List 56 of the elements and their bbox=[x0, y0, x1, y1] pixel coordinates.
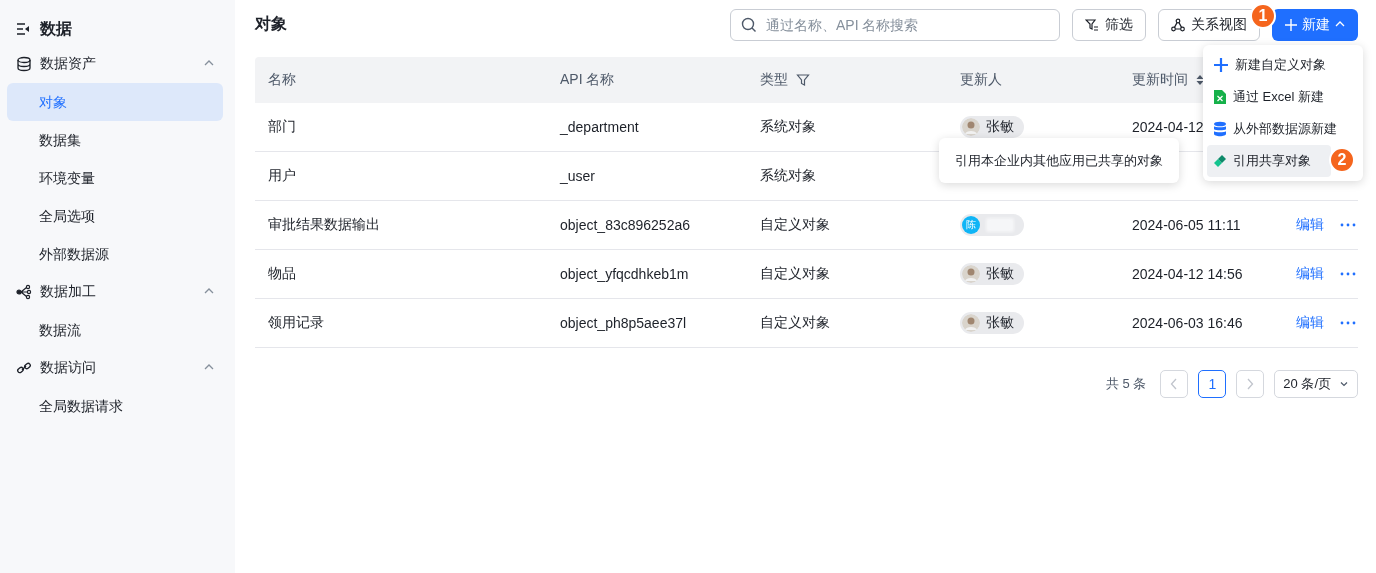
sidebar-item[interactable]: 对象 bbox=[7, 83, 223, 121]
column-header: 更新人 bbox=[960, 71, 1002, 89]
table-cell-text: object_83c896252a6 bbox=[559, 217, 691, 233]
table-cell: 2024-04-12 14:56 bbox=[1132, 266, 1243, 282]
table-cell-text: 审批结果数据输出 bbox=[267, 216, 381, 234]
column-header: 名称 bbox=[268, 71, 296, 89]
sidebar-item[interactable]: 全局选项 bbox=[7, 197, 223, 235]
column-header: 更新时间 bbox=[1132, 71, 1188, 89]
table-cell-text: object_ph8p5aee37l bbox=[559, 315, 688, 331]
edit-link[interactable]: 编辑 bbox=[1296, 314, 1324, 332]
table-cell-text: 用户 bbox=[267, 167, 297, 185]
page-size-select[interactable]: 20 条/页 bbox=[1274, 370, 1358, 398]
column-header: API 名称 bbox=[560, 71, 615, 89]
step-badge: 1 bbox=[1250, 3, 1276, 29]
sidebar-item[interactable]: 外部数据源 bbox=[7, 235, 223, 273]
table-cell-text: 物品 bbox=[267, 265, 297, 283]
sidebar-item[interactable]: 环境变量 bbox=[7, 159, 223, 197]
sidebar-group[interactable]: 数据加工 bbox=[40, 283, 195, 301]
menu-item[interactable]: 从外部数据源新建 bbox=[1207, 113, 1359, 145]
table-cell-text: 系统对象 bbox=[759, 167, 817, 185]
relation-view-button[interactable]: 关系视图 bbox=[1158, 8, 1260, 41]
tooltip: 引用本企业内其他应用已共享的对象 bbox=[939, 138, 1179, 183]
table-cell-text: 领用记录 bbox=[267, 314, 325, 332]
sidebar-group[interactable]: 数据资产 bbox=[40, 55, 195, 73]
menu-item[interactable]: 通过 Excel 新建 bbox=[1207, 81, 1359, 113]
user-name: 张敏 bbox=[986, 314, 1014, 332]
table-cell-text: _user bbox=[558, 168, 597, 184]
sidebar-title: 数据 bbox=[40, 18, 72, 39]
sidebar-group[interactable]: 数据访问 bbox=[40, 359, 195, 377]
page-button[interactable]: 1 bbox=[1198, 370, 1227, 398]
table-cell: 2024-06-03 16:46 bbox=[1132, 315, 1243, 331]
user-avatar: 陈 bbox=[962, 216, 980, 234]
table-cell-text: 自定义对象 bbox=[759, 216, 831, 234]
sidebar-item[interactable]: 数据集 bbox=[7, 121, 223, 159]
page-title: 对象 bbox=[255, 14, 288, 34]
column-header: 类型 bbox=[760, 71, 788, 89]
table-cell-text: object_yfqcdhkeb1m bbox=[559, 266, 690, 282]
menu-item[interactable]: 新建自定义对象 bbox=[1207, 49, 1359, 81]
edit-link[interactable]: 编辑 bbox=[1296, 216, 1324, 234]
menu-item[interactable]: 引用共享对象 bbox=[1207, 145, 1331, 177]
search-field[interactable]: 通过名称、API 名称搜索 bbox=[730, 8, 1060, 41]
table-cell-text: 部门 bbox=[267, 118, 297, 136]
edit-link[interactable]: 编辑 bbox=[1296, 265, 1324, 283]
create-button[interactable]: 新建 bbox=[1272, 8, 1358, 41]
user-name: 张敏 bbox=[986, 118, 1014, 136]
table-cell: 2024-06-05 11:11 bbox=[1132, 217, 1241, 233]
table-cell-text: 系统对象 bbox=[759, 118, 817, 136]
table-cell: 2024-04-12 bbox=[1132, 119, 1204, 135]
table-cell-text: 自定义对象 bbox=[759, 314, 831, 332]
table-cell-text: 自定义对象 bbox=[759, 265, 831, 283]
filter-button[interactable]: 筛选 bbox=[1072, 8, 1146, 41]
sidebar-item[interactable]: 全局数据请求 bbox=[7, 387, 223, 425]
total-count: 共 5 条 bbox=[1105, 375, 1147, 393]
sidebar-item[interactable]: 数据流 bbox=[7, 311, 223, 349]
user-name: 张敏 bbox=[986, 265, 1014, 283]
table-cell-text: _department bbox=[558, 119, 640, 135]
